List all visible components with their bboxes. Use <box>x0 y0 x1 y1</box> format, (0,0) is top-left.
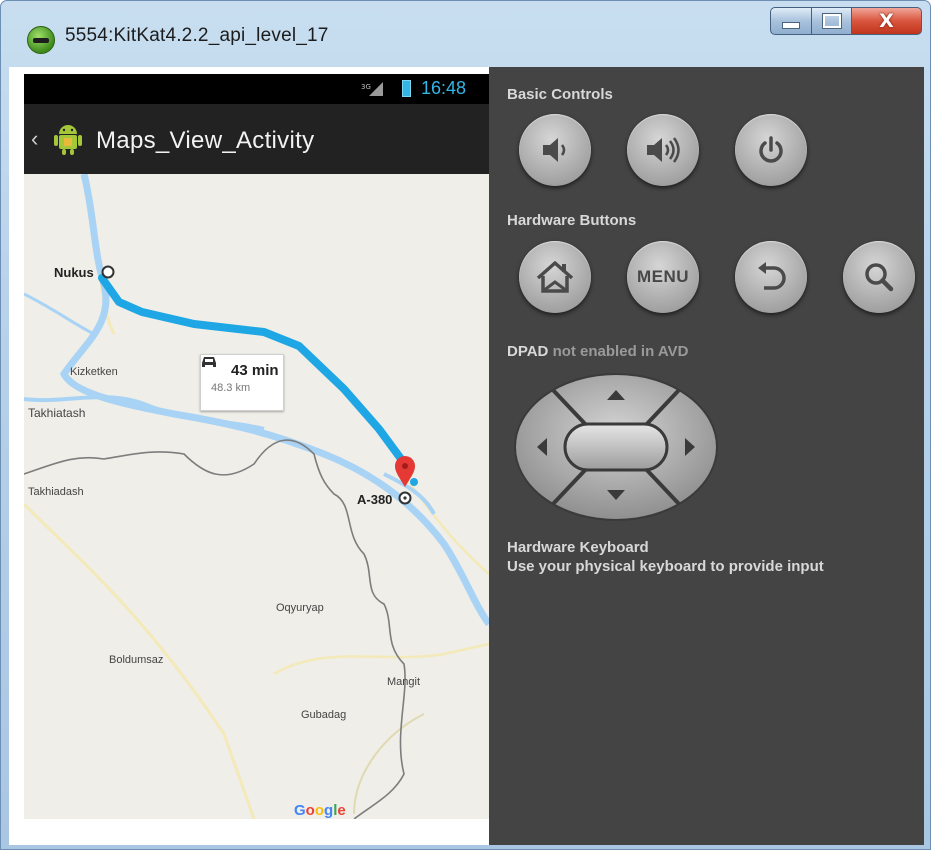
dpad-heading: DPAD not enabled in AVD <box>507 343 688 360</box>
back-button[interactable] <box>735 241 807 313</box>
emulator-app-icon <box>27 26 55 54</box>
search-button[interactable] <box>843 241 915 313</box>
car-icon <box>202 357 216 367</box>
hardware-keyboard-description: Use your physical keyboard to provide in… <box>507 558 824 575</box>
menu-button[interactable]: MENU <box>627 241 699 313</box>
menu-button-label: MENU <box>636 267 690 286</box>
map-view[interactable]: Nukus Kizketken Takhiatash Takhiadash A-… <box>24 174 489 819</box>
maximize-button[interactable] <box>812 7 852 35</box>
status-bar: 3G 16:48 <box>24 74 489 104</box>
basic-controls-heading: Basic Controls <box>507 86 613 103</box>
emulator-control-panel: Basic Controls Hardware Buttons MENU DPA… <box>489 67 924 845</box>
dpad-heading-label: DPAD <box>507 343 549 360</box>
client-area: 3G 16:48 ‹ Maps_View_Activity Nukus Kizk… <box>9 67 924 845</box>
emulator-window: 5554:KitKat4.2.2_api_level_17 X 3G 16:48 <box>0 0 931 850</box>
volume-down-button[interactable] <box>519 114 591 186</box>
action-bar: ‹ Maps_View_Activity <box>24 104 489 174</box>
power-button[interactable] <box>735 114 807 186</box>
window-title: 5554:KitKat4.2.2_api_level_17 <box>65 25 329 46</box>
map-label-nukus: Nukus <box>54 265 94 280</box>
home-button[interactable] <box>519 241 591 313</box>
title-bar[interactable]: 5554:KitKat4.2.2_api_level_17 X <box>1 1 930 67</box>
battery-icon <box>402 80 411 97</box>
device-screen[interactable]: 3G 16:48 ‹ Maps_View_Activity Nukus Kizk… <box>24 74 489 845</box>
minimize-button[interactable] <box>770 7 812 35</box>
status-time: 16:48 <box>421 78 467 98</box>
close-button[interactable]: X <box>852 7 922 35</box>
activity-title: Maps_View_Activity <box>96 127 315 154</box>
map-label-oqyuryap: Oqyuryap <box>276 602 324 614</box>
hardware-buttons-heading: Hardware Buttons <box>507 212 637 229</box>
map-label-a380: A-380 <box>357 492 393 507</box>
dpad-heading-note: not enabled in AVD <box>552 343 689 360</box>
maximize-icon <box>821 13 842 29</box>
route-distance: 48.3 km <box>211 382 251 394</box>
google-logo: Google <box>294 802 346 819</box>
search-icon <box>865 263 894 292</box>
window-controls: X <box>770 7 922 37</box>
close-icon: X <box>879 10 894 32</box>
map-canvas <box>24 174 489 819</box>
map-label-gubadag: Gubadag <box>301 709 347 721</box>
route-info-callout[interactable]: 43 min 48.3 km <box>200 354 284 411</box>
volume-up-button[interactable] <box>627 114 699 186</box>
svg-text:3G: 3G <box>361 83 371 91</box>
signal-icon: 3G <box>361 82 383 96</box>
volume-down-icon <box>543 138 566 162</box>
back-chevron-icon[interactable]: ‹ <box>31 126 38 152</box>
back-arrow-icon <box>758 262 786 290</box>
route-duration: 43 min <box>231 362 279 379</box>
map-label-takhiatash: Takhiatash <box>28 406 86 420</box>
minimize-icon <box>782 21 800 29</box>
dpad-control[interactable] <box>513 372 719 522</box>
map-label-mangit: Mangit <box>387 676 421 688</box>
power-icon <box>759 136 783 163</box>
android-icon[interactable] <box>52 122 84 156</box>
home-icon <box>536 261 574 293</box>
map-label-takhiadash: Takhiadash <box>28 486 84 498</box>
volume-up-icon <box>647 137 680 163</box>
map-label-kizketken: Kizketken <box>70 366 118 378</box>
map-label-boldumsaz: Boldumsaz <box>109 654 164 666</box>
hardware-keyboard-heading: Hardware Keyboard <box>507 539 649 556</box>
